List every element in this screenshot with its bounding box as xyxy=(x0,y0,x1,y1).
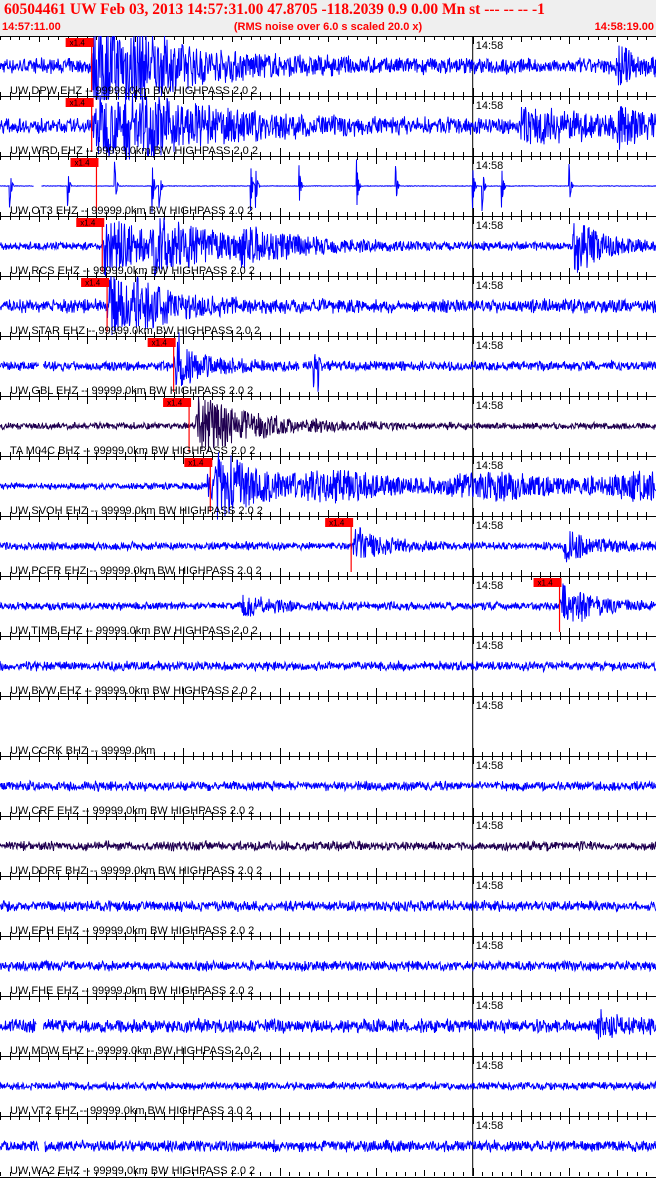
minute-label: 14:58 xyxy=(476,460,504,472)
trace-panel: 14:58 x1.4 UW DPW EHZ -- 99999.0km BW HIGH… xyxy=(0,36,656,101)
minute-label: 14:58 xyxy=(476,880,504,892)
station-label: UW PCFR EHZ -- 99999.0km BW HIGHPASS 2.0… xyxy=(10,565,262,577)
trace-panel: 14:58 UW CRF EHZ -- 99999.0km BW HIGHPASS… xyxy=(0,756,656,817)
minute-label: 14:58 xyxy=(476,400,504,412)
trace-panel: 14:58 UW DDRF BHZ -- 99999.0km BW HIGHPAS… xyxy=(0,816,656,877)
minute-label: 14:58 xyxy=(476,1000,504,1012)
minute-label: 14:58 xyxy=(476,1120,504,1132)
pick-label: x1.4 xyxy=(85,279,101,288)
waveform-trace xyxy=(0,527,656,563)
pick-label: x1.4 xyxy=(80,219,96,228)
pick-label: x1.4 xyxy=(329,519,345,528)
station-label: UW RCS EHZ -- 99999.0km BW HIGHPASS 2.0 … xyxy=(10,265,255,277)
trace-panel: 14:58 x1.4 UW SVOH EHZ -- 99999.0km BW HIG… xyxy=(0,452,656,520)
station-label: UW MDW EHZ -- 99999.0km BW HIGHPASS 2.0 … xyxy=(10,1045,259,1057)
minute-label: 14:58 xyxy=(476,160,504,172)
seismogram-panel: 14:58 x1.4 UW DPW EHZ -- 99999.0km BW HIGH… xyxy=(0,36,656,1178)
minute-label: 14:58 xyxy=(476,280,504,292)
minute-label: 14:58 xyxy=(476,580,504,592)
waveform-trace xyxy=(0,1139,656,1153)
station-label: UW CRF EHZ -- 99999.0km BW HIGHPASS 2.0 … xyxy=(10,805,254,817)
station-label: UW BVW EHZ -- 99999.0km BW HIGHPASS 2.0 … xyxy=(10,685,257,697)
minute-label: 14:58 xyxy=(476,700,504,712)
trace-panel: 14:58 x1.4 UW RCS EHZ -- 99999.0km BW HIGH… xyxy=(0,216,656,277)
pick-label: x1.4 xyxy=(538,579,554,588)
station-label: UW WRD EHZ -- 99999.0km BW HIGHPASS 2.0 … xyxy=(10,145,258,157)
station-label: UW CCRK BHZ -- 99999.0km xyxy=(10,745,155,757)
waveform-trace xyxy=(0,1080,656,1092)
trace-panel: 14:58 UW FHE EHZ -- 99999.0km BW HIGHPASS… xyxy=(0,936,656,997)
minute-label: 14:58 xyxy=(476,760,504,772)
pick-label: x1.4 xyxy=(152,339,168,348)
station-label: UW GBL EHZ -- 99999.0km BW HIGHPASS 2.0 … xyxy=(10,385,253,397)
waveform-trace xyxy=(0,583,656,622)
waveform-trace xyxy=(0,1009,656,1040)
minute-label: 14:58 xyxy=(476,520,504,532)
pick-label: x1.4 xyxy=(74,159,90,168)
plot-header: 60504461 UW Feb 03, 2013 14:57:31.00 47.… xyxy=(0,0,656,37)
minute-label: 14:58 xyxy=(476,1060,504,1072)
waveform-trace xyxy=(0,396,656,452)
trace-panel: 14:58 UW EPH EHZ -- 99999.0km BW HIGHPASS… xyxy=(0,876,656,937)
station-label: UW OT3 EHZ -- 99999.0km BW HIGHPASS 2.0 … xyxy=(10,205,253,217)
minute-label: 14:58 xyxy=(476,640,504,652)
station-label: UW SVOH EHZ -- 99999.0km BW HIGHPASS 2.0… xyxy=(10,505,263,517)
station-label: UW DPW EHZ -- 99999.0km BW HIGHPASS 2.0 … xyxy=(10,85,257,97)
waveform-trace xyxy=(0,659,656,674)
trace-panel: 14:58x1.4TA M04C BHZ -- 99999.0km BW HIG… xyxy=(0,396,656,457)
minute-label: 14:58 xyxy=(476,340,504,352)
waveform-trace xyxy=(0,839,656,853)
station-label: UW STAR EHZ -- 99999.0km BW HIGHPASS 2.0… xyxy=(10,325,260,337)
trace-panel: 14:58 UW CCRK BHZ -- 99999.0km xyxy=(0,696,656,757)
minute-label: 14:58 xyxy=(476,100,504,112)
minute-label: 14:58 xyxy=(476,820,504,832)
trace-panel: 14:58 UW WA2 EHZ -- 99999.0km BW HIGHPASS… xyxy=(0,1116,656,1177)
pick-label: x1.4 xyxy=(188,459,204,468)
trace-panel: 14:58 UW MDW EHZ -- 99999.0km BW HIGHPASS… xyxy=(0,996,656,1057)
station-label: UW TIMB EHZ -- 99999.0km BW HIGHPASS 2.0… xyxy=(10,625,258,637)
station-label: UW VT2 EHZ -- 99999.0km BW HIGHPASS 2.0 … xyxy=(10,1105,252,1117)
waveform-trace xyxy=(0,899,656,913)
trace-panel: 14:58 x1.4 UW WRD EHZ -- 99999.0km BW HIGH… xyxy=(0,93,656,160)
trace-panel: 14:58 x1.4 UW PCFR EHZ -- 99999.0km BW HIG… xyxy=(0,516,656,577)
rms-scale-note: (RMS noise over 6.0 s scaled 20.0 x) xyxy=(233,21,423,33)
station-label: UW EPH EHZ -- 99999.0km BW HIGHPASS 2.0 … xyxy=(10,925,254,937)
trace-panel: 14:58 x1.4 UW STAR EHZ -- 99999.0km BW HIG… xyxy=(0,276,656,337)
waveform-trace xyxy=(0,959,656,973)
trace-panel: 14:58 UW VT2 EHZ -- 99999.0km BW HIGHPASS… xyxy=(0,1056,656,1117)
end-time-label: 14:58:19.00 xyxy=(594,21,654,33)
station-label: UW FHE EHZ -- 99999.0km BW HIGHPASS 2.0 … xyxy=(10,985,254,997)
minute-label: 14:58 xyxy=(476,40,504,52)
trace-panel: 14:58 x1.4 UW TIMB EHZ -- 99999.0km BW HIG… xyxy=(0,576,656,637)
trace-panel: 14:58 UW BVW EHZ -- 99999.0km BW HIGHPASS… xyxy=(0,636,656,697)
pick-label: x1.4 xyxy=(167,399,183,408)
pick-label: x1.4 xyxy=(70,99,86,108)
pick-label: x1.4 xyxy=(70,39,86,48)
station-label: UW DDRF BHZ -- 99999.0km BW HIGHPASS 2.0… xyxy=(10,865,262,877)
trace-panel: 14:58 x1.4 UW GBL EHZ -- 99999.0km BW HIGH… xyxy=(0,332,656,397)
station-label: UW WA2 EHZ -- 99999.0km BW HIGHPASS 2.0 … xyxy=(10,1165,255,1177)
minute-label: 14:58 xyxy=(476,940,504,952)
event-title: 60504461 UW Feb 03, 2013 14:57:31.00 47.… xyxy=(4,1,545,18)
trace-panel: 14:58 x1.4 UW OT3 EHZ -- 99999.0km BW HIGH… xyxy=(0,156,656,217)
waveform-trace xyxy=(0,779,656,793)
minute-label: 14:58 xyxy=(476,220,504,232)
